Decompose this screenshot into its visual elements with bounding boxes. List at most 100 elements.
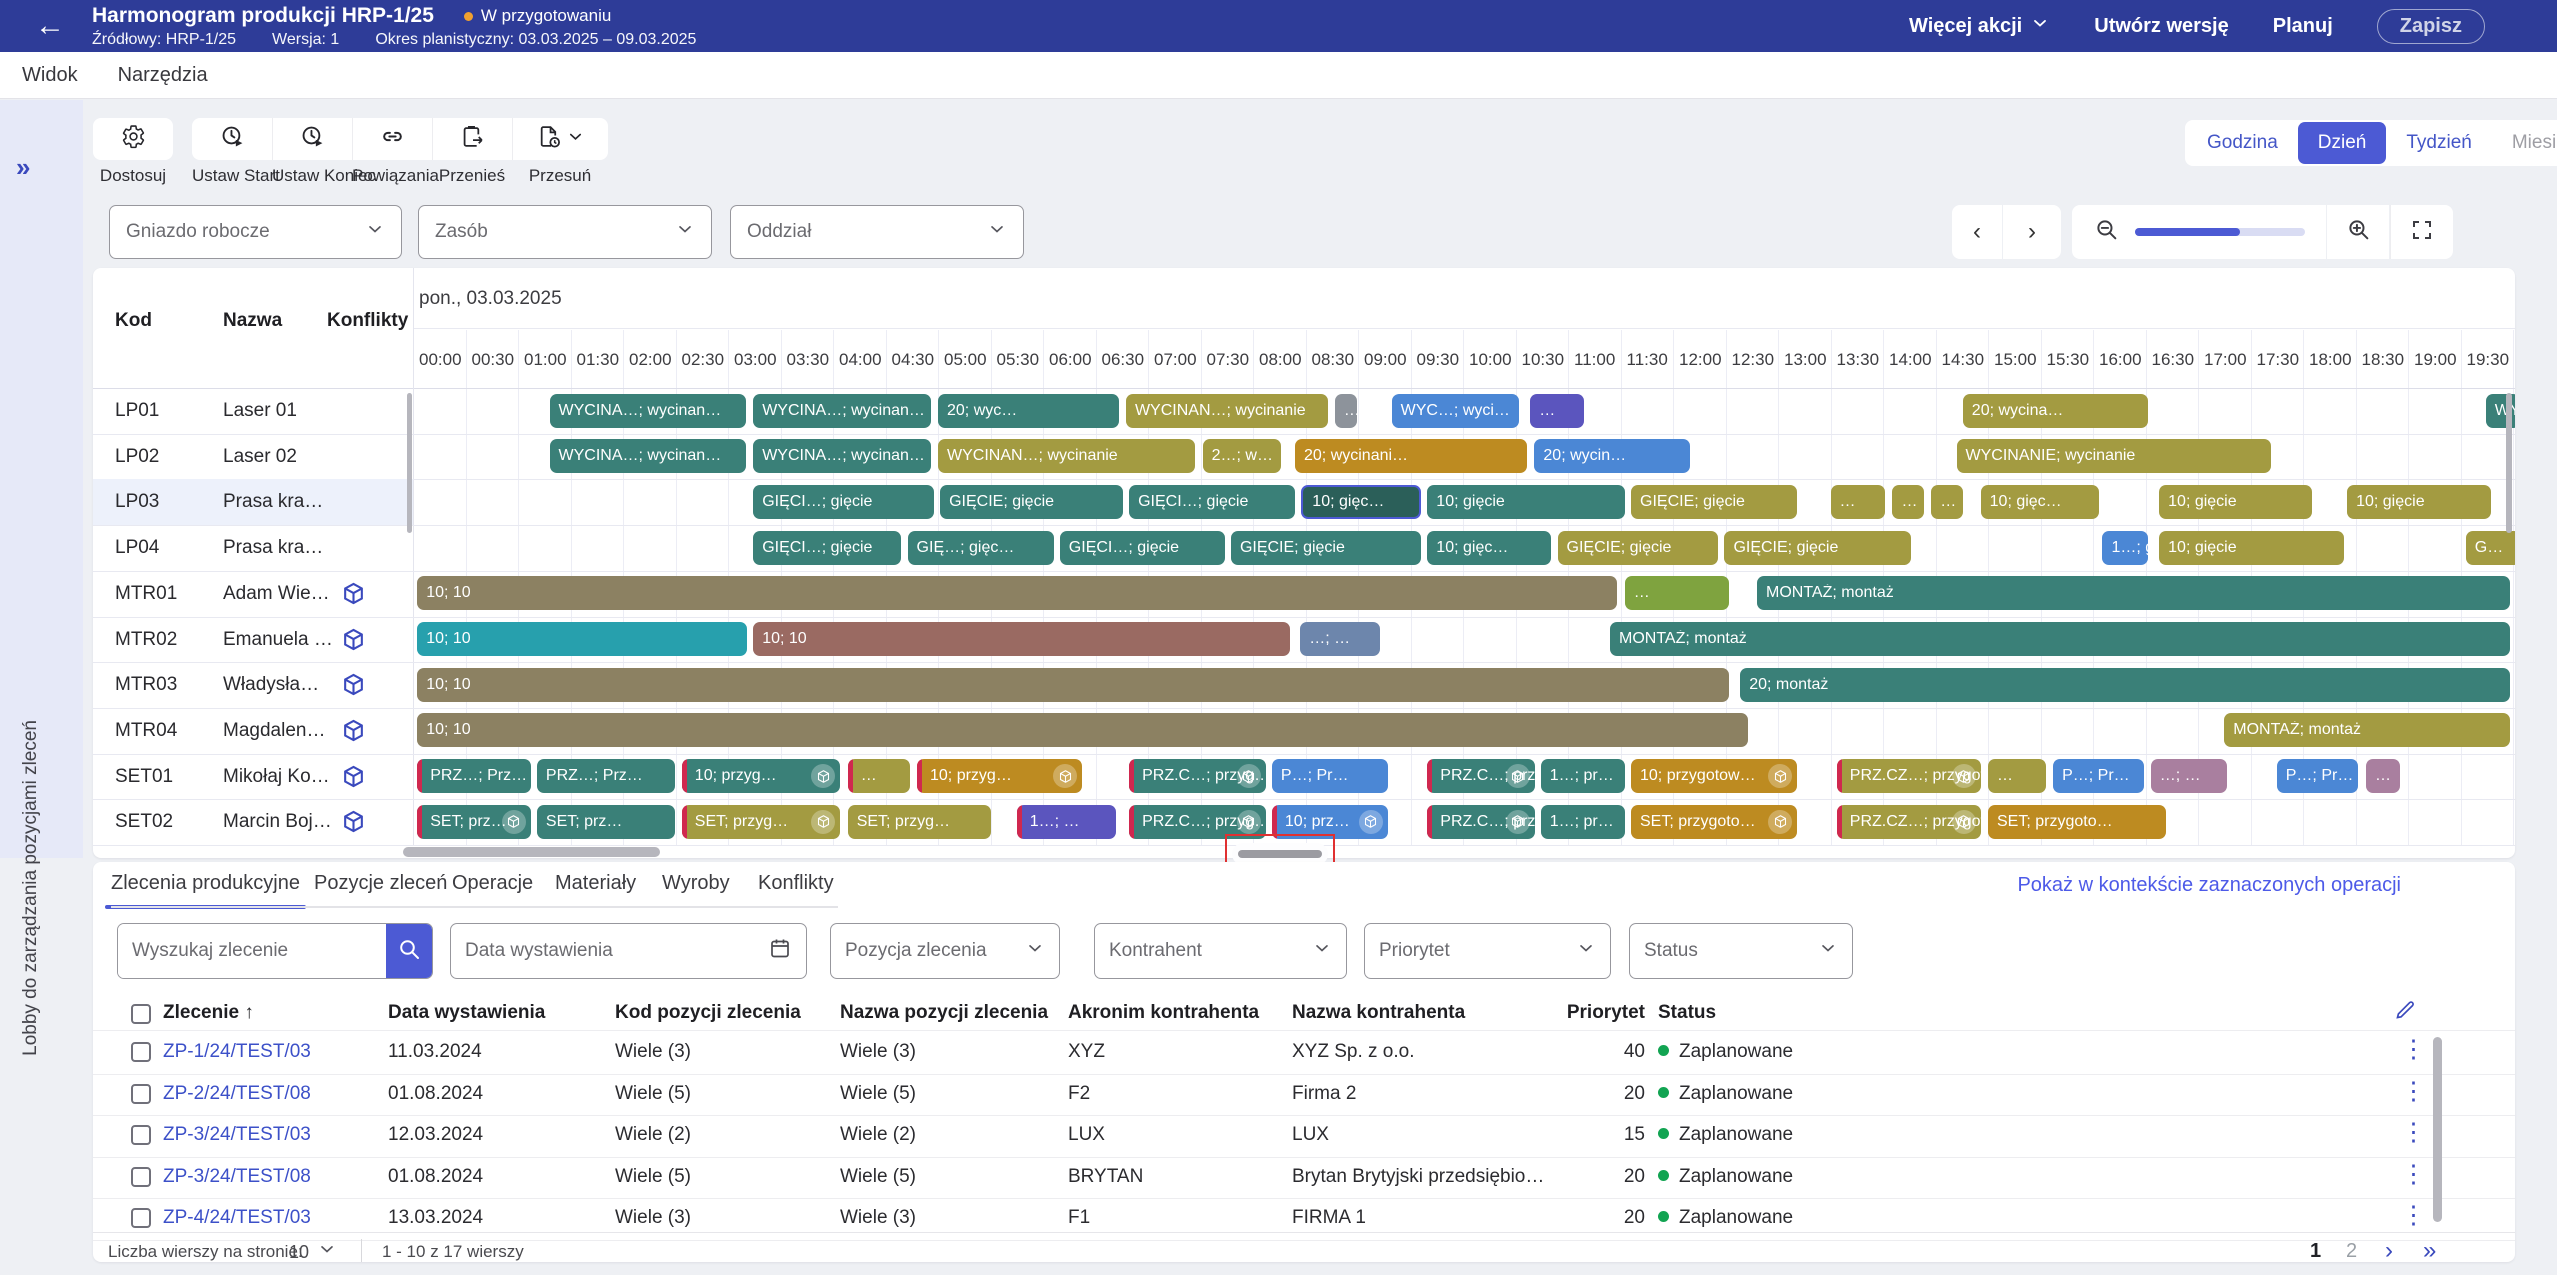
view-tab-miesiąc[interactable]: Miesiąc: [2492, 122, 2557, 164]
search-button[interactable]: [386, 924, 432, 978]
column-header-kod-pozycji-zlecenia[interactable]: Kod pozycji zlecenia: [615, 1002, 801, 1024]
gantt-bar[interactable]: SET; przyg…: [682, 805, 841, 839]
back-button[interactable]: ←: [30, 6, 70, 46]
gantt-bar[interactable]: PRZ.C…; przyg…: [1427, 805, 1534, 839]
gantt-bar[interactable]: 1…; …: [1017, 805, 1116, 839]
save-button[interactable]: Zapisz: [2377, 9, 2485, 44]
filter-pozycja-zlecenia[interactable]: Pozycja zlecenia: [830, 923, 1060, 979]
row-checkbox[interactable]: [131, 1208, 151, 1228]
gantt-bar[interactable]: MONTAŻ; montaż: [1757, 576, 2510, 610]
gantt-bar[interactable]: GIĘCIE; gięcie: [1558, 531, 1719, 565]
gantt-bar[interactable]: WYCINAN…; wycinanie: [938, 439, 1195, 473]
page-button-1[interactable]: 1: [2310, 1240, 2321, 1262]
column-header-status[interactable]: Status: [1658, 1002, 1716, 1024]
gantt-bar[interactable]: …; …: [1300, 622, 1380, 656]
gantt-bar[interactable]: WYCINA…; wycinan…: [550, 394, 747, 428]
gantt-bar[interactable]: 2…; w…: [1203, 439, 1282, 473]
gantt-bar[interactable]: WYCINA…; wycinan…: [550, 439, 747, 473]
gantt-bar[interactable]: SET; przyg…: [848, 805, 991, 839]
column-header-priorytet[interactable]: Priorytet: [1523, 1002, 1645, 1024]
view-tab-godzina[interactable]: Godzina: [2187, 122, 2298, 164]
gantt-bar[interactable]: 10; gięcie: [2347, 485, 2491, 519]
expand-lobby-icon[interactable]: »: [16, 152, 30, 183]
gantt-bar[interactable]: 1…; pr…: [1541, 759, 1625, 793]
gantt-bar[interactable]: GIĘCI…; gięcie: [753, 485, 934, 519]
gantt-bar[interactable]: WYCINA…; wycinan…: [753, 394, 931, 428]
row-menu-button[interactable]: ⋮: [2401, 1081, 2426, 1101]
tab-zlecenia-produkcyjne[interactable]: Zlecenia produkcyjne: [111, 872, 300, 895]
tab-operacje[interactable]: Operacje: [452, 872, 533, 895]
page-size-value[interactable]: 10: [289, 1242, 309, 1262]
filter-status[interactable]: Status: [1629, 923, 1853, 979]
gantt-bar[interactable]: GIĘCI…; gięcie: [1129, 485, 1295, 519]
view-tab-dzień[interactable]: Dzień: [2298, 122, 2387, 164]
gantt-bar[interactable]: …: [2366, 759, 2400, 793]
page-button-2[interactable]: 2: [2346, 1240, 2357, 1262]
gantt-bar[interactable]: 10; 10: [417, 576, 1617, 610]
gantt-bar[interactable]: PRZ…; Prz…: [417, 759, 531, 793]
row-checkbox[interactable]: [131, 1125, 151, 1145]
plan-button[interactable]: Planuj: [2273, 15, 2333, 38]
gantt-bar[interactable]: …: [848, 759, 910, 793]
filter-zasób[interactable]: Zasób: [418, 205, 712, 259]
gantt-bar[interactable]: 10; gięc…: [1981, 485, 2100, 519]
gantt-bar[interactable]: GIĘCIE; gięcie: [940, 485, 1123, 519]
gantt-bar[interactable]: 10; 10: [417, 622, 747, 656]
filter-oddział[interactable]: Oddział: [730, 205, 1024, 259]
zoom-in-button[interactable]: [2327, 205, 2389, 259]
table-scrollbar[interactable]: [2433, 1037, 2442, 1222]
tab-materiały[interactable]: Materiały: [555, 872, 636, 895]
column-header-nazwa-pozycji-zlecenia[interactable]: Nazwa pozycji zlecenia: [840, 1002, 1048, 1024]
show-context-link[interactable]: Pokaż w kontekście zaznaczonych operacji: [2017, 874, 2401, 897]
zoom-slider[interactable]: [2135, 228, 2305, 236]
order-link[interactable]: ZP-3/24/TEST/08: [163, 1166, 311, 1188]
gantt-bar[interactable]: GIĘCI…; gięcie: [1060, 531, 1225, 565]
gantt-bar[interactable]: 10; 10: [417, 713, 1748, 747]
gantt-bar[interactable]: GIĘCIE; gięcie: [1724, 531, 1911, 565]
gantt-bar[interactable]: P…; Pr…: [1272, 759, 1388, 793]
gantt-bar[interactable]: 10; gięc…: [1427, 531, 1551, 565]
gantt-bar[interactable]: MONTAŻ; montaż: [1610, 622, 2510, 656]
gantt-bar[interactable]: 10; przygotow…: [1631, 759, 1797, 793]
gantt-bar[interactable]: SET; prz…: [537, 805, 675, 839]
toolbar-button-dostosuj[interactable]: Dostosuj: [93, 118, 173, 186]
gantt-bar[interactable]: WYC…; wyci…: [1392, 394, 1519, 428]
tab-wyroby[interactable]: Wyroby: [662, 872, 730, 895]
gantt-bar[interactable]: PRZ.C…; przyg…: [1427, 759, 1534, 793]
column-header-data-wystawienia[interactable]: Data wystawienia: [388, 1002, 545, 1024]
zoom-out-icon[interactable]: [2094, 217, 2119, 247]
gantt-bar[interactable]: SET; przygoto…: [1988, 805, 2166, 839]
gantt-bar[interactable]: 1…; pr…: [1541, 805, 1625, 839]
scroll-right-button[interactable]: ›: [2003, 205, 2061, 259]
gantt-bar[interactable]: 10; przyg…: [682, 759, 841, 793]
row-checkbox[interactable]: [131, 1167, 151, 1187]
gantt-bar[interactable]: …: [1625, 576, 1729, 610]
toolbar-button-ustaw-start[interactable]: Ustaw Start: [192, 118, 272, 186]
menu-item-narzędzia[interactable]: Narzędzia: [118, 64, 208, 87]
gantt-bar[interactable]: 20; wyc…: [938, 394, 1119, 428]
row-menu-button[interactable]: ⋮: [2401, 1205, 2426, 1225]
gantt-bar[interactable]: PRZ…; Prz…: [537, 759, 675, 793]
gantt-bar[interactable]: SET; przygoto…: [1631, 805, 1797, 839]
order-link[interactable]: ZP-3/24/TEST/03: [163, 1124, 311, 1146]
column-header-akronim-kontrahenta[interactable]: Akronim kontrahenta: [1068, 1002, 1259, 1024]
more-actions-button[interactable]: Więcej akcji: [1909, 13, 2050, 39]
create-version-button[interactable]: Utwórz wersję: [2094, 15, 2228, 38]
gantt-bar[interactable]: WYCINA…; wycinan…: [753, 439, 931, 473]
chevron-down-icon[interactable]: [317, 1239, 337, 1262]
gantt-bar[interactable]: GIĘ…; gięc…: [908, 531, 1054, 565]
row-menu-button[interactable]: ⋮: [2401, 1039, 2426, 1059]
gantt-bar[interactable]: …: [1931, 485, 1963, 519]
filter-gniazdo-robocze[interactable]: Gniazdo robocze: [109, 205, 402, 259]
gantt-bar[interactable]: GIĘCIE; gięcie: [1231, 531, 1421, 565]
row-checkbox[interactable]: [131, 1084, 151, 1104]
gantt-bar[interactable]: …: [1335, 394, 1357, 428]
order-link[interactable]: ZP-1/24/TEST/03: [163, 1041, 311, 1063]
gantt-bar[interactable]: 10; 10: [753, 622, 1290, 656]
column-header-zlecenie[interactable]: Zlecenie ↑: [163, 1002, 254, 1024]
toolbar-button-ustaw-koniec[interactable]: Ustaw Koniec: [272, 118, 352, 186]
toolbar-button-przesuń[interactable]: Przesuń: [512, 118, 608, 186]
gantt-bar[interactable]: 10; gięcie: [1427, 485, 1625, 519]
gantt-bar[interactable]: 20; wycina…: [1963, 394, 2148, 428]
gantt-bar[interactable]: SET; prz…: [417, 805, 531, 839]
